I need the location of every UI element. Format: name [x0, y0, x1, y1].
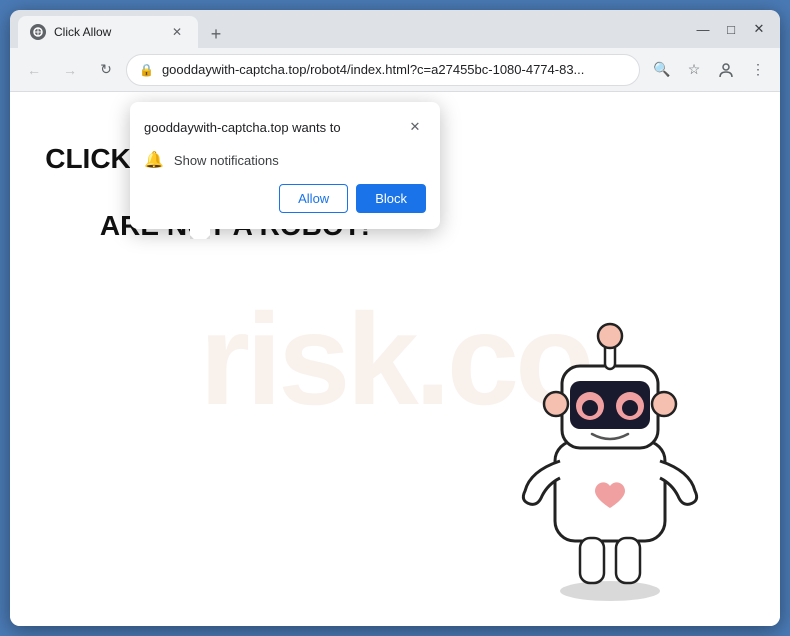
title-bar-controls: — □ ✕	[690, 16, 772, 42]
tab-title: Click Allow	[54, 25, 160, 39]
popup-header: gooddaywith-captcha.top wants to ✕	[130, 102, 440, 146]
notification-label: Show notifications	[174, 153, 279, 168]
title-bar: Click Allow ✕ + — □ ✕	[10, 10, 780, 48]
browser-window: Click Allow ✕ + — □ ✕ ← → ↻ 🔒 gooddaywit…	[10, 10, 780, 626]
url-text: gooddaywith-captcha.top/robot4/index.htm…	[162, 62, 627, 77]
tab-favicon	[30, 24, 46, 40]
back-button[interactable]: ←	[18, 54, 50, 86]
block-button[interactable]: Block	[356, 184, 426, 213]
popup-actions: Allow Block	[130, 184, 440, 213]
menu-icon[interactable]: ⋮	[744, 56, 772, 84]
lock-icon: 🔒	[139, 63, 154, 77]
refresh-button[interactable]: ↻	[90, 54, 122, 86]
popup-title: gooddaywith-captcha.top wants to	[144, 120, 341, 135]
address-bar-icons: 🔍 ☆ ⋮	[648, 56, 772, 84]
address-bar[interactable]: 🔒 gooddaywith-captcha.top/robot4/index.h…	[126, 54, 640, 86]
robot-illustration	[480, 286, 740, 606]
popup-close-button[interactable]: ✕	[404, 116, 426, 138]
browser-content: risk.co CLICK ALLOW TO CONFIRM THAT YOU …	[10, 92, 780, 626]
address-bar-row: ← → ↻ 🔒 gooddaywith-captcha.top/robot4/i…	[10, 48, 780, 92]
notification-popup: gooddaywith-captcha.top wants to ✕ 🔔 Sho…	[130, 102, 440, 229]
profile-icon[interactable]	[712, 56, 740, 84]
bell-icon: 🔔	[144, 150, 164, 170]
popup-tail	[190, 229, 210, 239]
active-tab[interactable]: Click Allow ✕	[18, 16, 198, 48]
forward-button[interactable]: →	[54, 54, 86, 86]
new-tab-button[interactable]: +	[202, 20, 230, 48]
minimize-button[interactable]: —	[690, 16, 716, 42]
bookmark-icon[interactable]: ☆	[680, 56, 708, 84]
allow-button[interactable]: Allow	[279, 184, 348, 213]
tabs-row: Click Allow ✕ +	[18, 10, 690, 48]
popup-notification-row: 🔔 Show notifications	[130, 146, 440, 184]
search-icon[interactable]: 🔍	[648, 56, 676, 84]
tab-close-button[interactable]: ✕	[168, 23, 186, 41]
close-window-button[interactable]: ✕	[746, 16, 772, 42]
maximize-button[interactable]: □	[718, 16, 744, 42]
